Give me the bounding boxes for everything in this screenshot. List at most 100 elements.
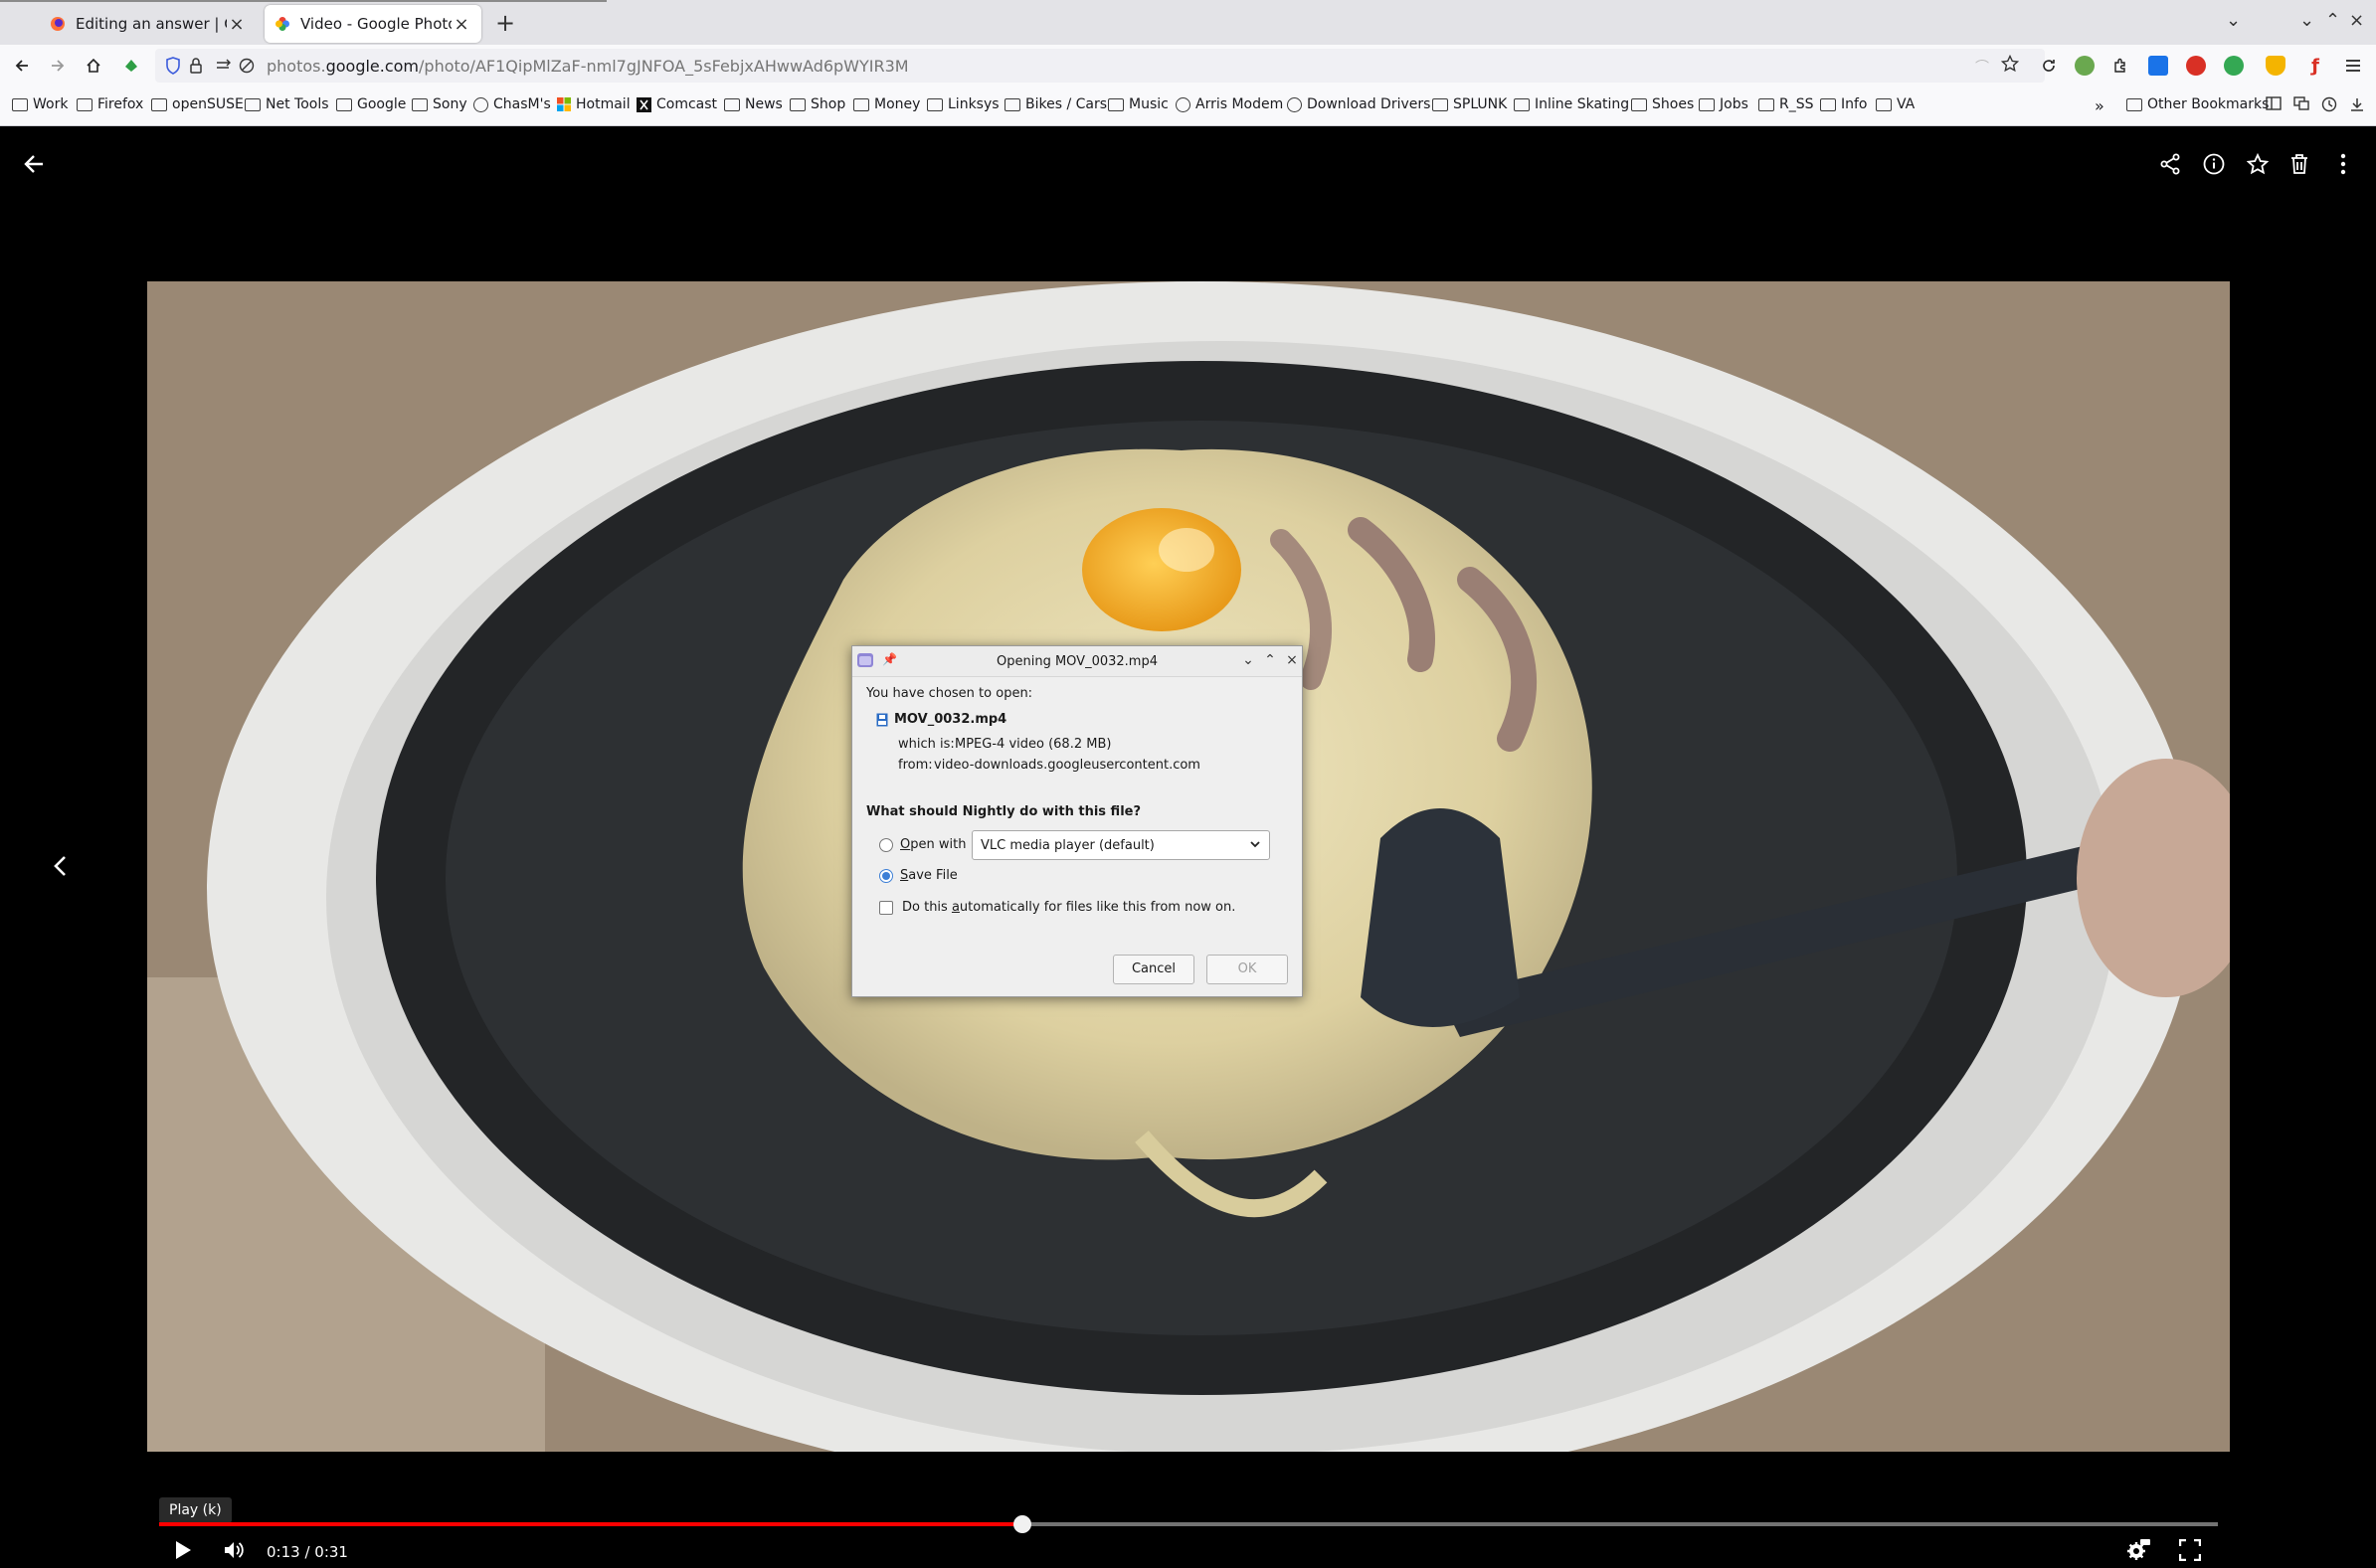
progress-played <box>159 1522 1023 1526</box>
previous-photo-chevron-icon[interactable] <box>42 848 78 884</box>
maximize-icon[interactable]: ⌃ <box>2325 10 2340 31</box>
back-arrow-icon[interactable] <box>16 146 52 182</box>
bookmark-sony[interactable]: Sony <box>412 96 467 112</box>
extension-shield-icon[interactable] <box>2266 56 2285 76</box>
file-type-icon <box>876 713 888 727</box>
extension-cloud-icon[interactable] <box>2075 56 2095 76</box>
dialog-minimize-icon[interactable]: ⌄ <box>1240 652 1256 668</box>
file-name: MOV_0032.mp4 <box>894 712 1007 727</box>
history-icon[interactable] <box>2321 96 2337 112</box>
downloads-icon[interactable] <box>2349 96 2365 112</box>
folder-icon <box>1699 97 1715 111</box>
adblock-plus-icon[interactable] <box>2186 56 2206 76</box>
bookmark-chasms[interactable]: ChasM's <box>473 96 551 112</box>
dialog-question: What should Nightly do with this file? <box>866 804 1142 819</box>
bookmark-opensuse[interactable]: openSUSE <box>151 96 244 112</box>
bookmark-bikes-cars[interactable]: Bikes / Cars <box>1005 96 1107 112</box>
bookmark-splunk[interactable]: SPLUNK <box>1432 96 1507 112</box>
close-window-icon[interactable]: × <box>2349 10 2364 31</box>
bookmark-jobs[interactable]: Jobs <box>1699 96 1748 112</box>
open-with-app-select[interactable]: VLC media player (default) <box>972 830 1270 860</box>
dialog-close-icon[interactable]: × <box>1284 652 1300 668</box>
tab-editing-answer[interactable]: Editing an answer | Can't d × <box>40 5 257 43</box>
bookmark-music[interactable]: Music <box>1108 96 1169 112</box>
autoplay-blocked-icon[interactable] <box>239 58 255 74</box>
synced-tabs-icon[interactable] <box>2293 96 2309 110</box>
x-icon <box>637 96 651 112</box>
bookmark-money[interactable]: Money <box>853 96 920 112</box>
list-all-tabs-icon[interactable]: ⌄ <box>2226 10 2241 31</box>
save-file-radio[interactable] <box>879 869 893 883</box>
file-type-value: MPEG-4 video (68.2 MB) <box>955 737 1112 752</box>
bookmark-firefox[interactable]: Firefox <box>77 96 143 112</box>
permissions-icon[interactable] <box>215 58 235 74</box>
settings-gear-hd-icon[interactable] <box>2120 1532 2156 1568</box>
lock-icon[interactable] <box>189 57 203 75</box>
bookmark-arris-modem[interactable]: Arris Modem <box>1176 96 1283 112</box>
bookmark-va[interactable]: VA <box>1876 96 1915 112</box>
back-icon[interactable] <box>10 54 34 78</box>
bookmark-shop[interactable]: Shop <box>790 96 845 112</box>
auto-action-checkbox[interactable] <box>879 901 893 915</box>
share-icon[interactable] <box>2152 146 2188 182</box>
bookmark-shoes[interactable]: Shoes <box>1631 96 1694 112</box>
bookmark-other-bookmarks[interactable]: Other Bookmarks <box>2126 96 2269 112</box>
fullscreen-icon[interactable] <box>2172 1532 2208 1568</box>
folder-icon <box>1432 97 1448 111</box>
chevron-down-icon <box>1249 838 1261 850</box>
info-icon[interactable] <box>2196 146 2232 182</box>
progress-bar[interactable] <box>159 1515 2218 1533</box>
bookmark-comcast[interactable]: Comcast <box>637 96 717 112</box>
progress-scrubber[interactable] <box>1013 1515 1032 1533</box>
url-bar[interactable]: photos.google.com/photo/AF1QipMlZaF-nml7… <box>155 49 2045 83</box>
bookmark-r-ss[interactable]: R_SS <box>1758 96 1814 112</box>
open-file-dialog: 📌 Opening MOV_0032.mp4 ⌄ ⌃ × You have ch… <box>851 645 1303 997</box>
bookmark-net-tools[interactable]: Net Tools <box>245 96 329 112</box>
folder-icon <box>1758 97 1774 111</box>
reader-view-icon[interactable]: ⌒ <box>1975 57 1989 77</box>
extension-red-f-icon[interactable]: ƒ <box>2303 54 2327 78</box>
tab-google-photos[interactable]: Video - Google Photos × <box>265 5 481 43</box>
auto-action-label[interactable]: Do this automatically for files like thi… <box>902 900 1235 915</box>
bookmark-work[interactable]: Work <box>12 96 68 112</box>
folder-icon <box>336 97 352 111</box>
ok-button[interactable]: OK <box>1206 955 1288 984</box>
cancel-button[interactable]: Cancel <box>1113 955 1194 984</box>
bookmark-hotmail[interactable]: Hotmail <box>557 96 631 112</box>
bookmark-google[interactable]: Google <box>336 96 406 112</box>
app-menu-icon[interactable] <box>2341 54 2365 78</box>
dialog-titlebar[interactable]: 📌 Opening MOV_0032.mp4 ⌄ ⌃ × <box>852 646 1302 677</box>
more-options-icon[interactable] <box>2325 146 2361 182</box>
open-with-label[interactable]: Open with <box>900 837 966 852</box>
delete-trash-icon[interactable] <box>2282 146 2317 182</box>
new-tab-button[interactable]: + <box>495 11 515 35</box>
open-with-radio[interactable] <box>879 838 893 852</box>
forward-icon[interactable] <box>46 54 70 78</box>
bookmark-linksys[interactable]: Linksys <box>927 96 1000 112</box>
volume-icon[interactable] <box>217 1532 253 1568</box>
bookmark-news[interactable]: News <box>724 96 783 112</box>
play-icon[interactable] <box>165 1532 201 1568</box>
extension-blue-icon[interactable] <box>2148 56 2168 76</box>
url-text[interactable]: photos.google.com/photo/AF1QipMlZaF-nml7… <box>267 57 909 76</box>
reload-icon[interactable] <box>2037 54 2061 78</box>
chevron-more-bookmarks-icon[interactable]: » <box>2095 96 2104 115</box>
folder-icon <box>1876 97 1892 111</box>
extension-green-icon[interactable] <box>119 54 143 78</box>
globe-icon <box>473 96 488 112</box>
close-tab-icon[interactable]: × <box>227 14 247 35</box>
home-icon[interactable] <box>82 54 105 78</box>
close-tab-icon[interactable]: × <box>452 14 471 35</box>
favorite-star-icon[interactable] <box>2240 146 2276 182</box>
bookmark-inline-skating[interactable]: Inline Skating <box>1514 96 1629 112</box>
dialog-maximize-icon[interactable]: ⌃ <box>1262 652 1278 668</box>
tracking-shield-icon[interactable] <box>165 57 181 75</box>
extensions-puzzle-icon[interactable] <box>2108 54 2132 78</box>
bookmark-download-drivers[interactable]: Download Drivers <box>1287 96 1430 112</box>
bookmark-star-icon[interactable] <box>2001 55 2019 73</box>
bookmark-info[interactable]: Info <box>1820 96 1868 112</box>
save-file-label[interactable]: Save File <box>900 868 958 883</box>
extension-green-circle-icon[interactable] <box>2224 56 2244 76</box>
minimize-icon[interactable]: ⌄ <box>2299 10 2314 31</box>
sidebar-icon[interactable] <box>2266 96 2282 110</box>
